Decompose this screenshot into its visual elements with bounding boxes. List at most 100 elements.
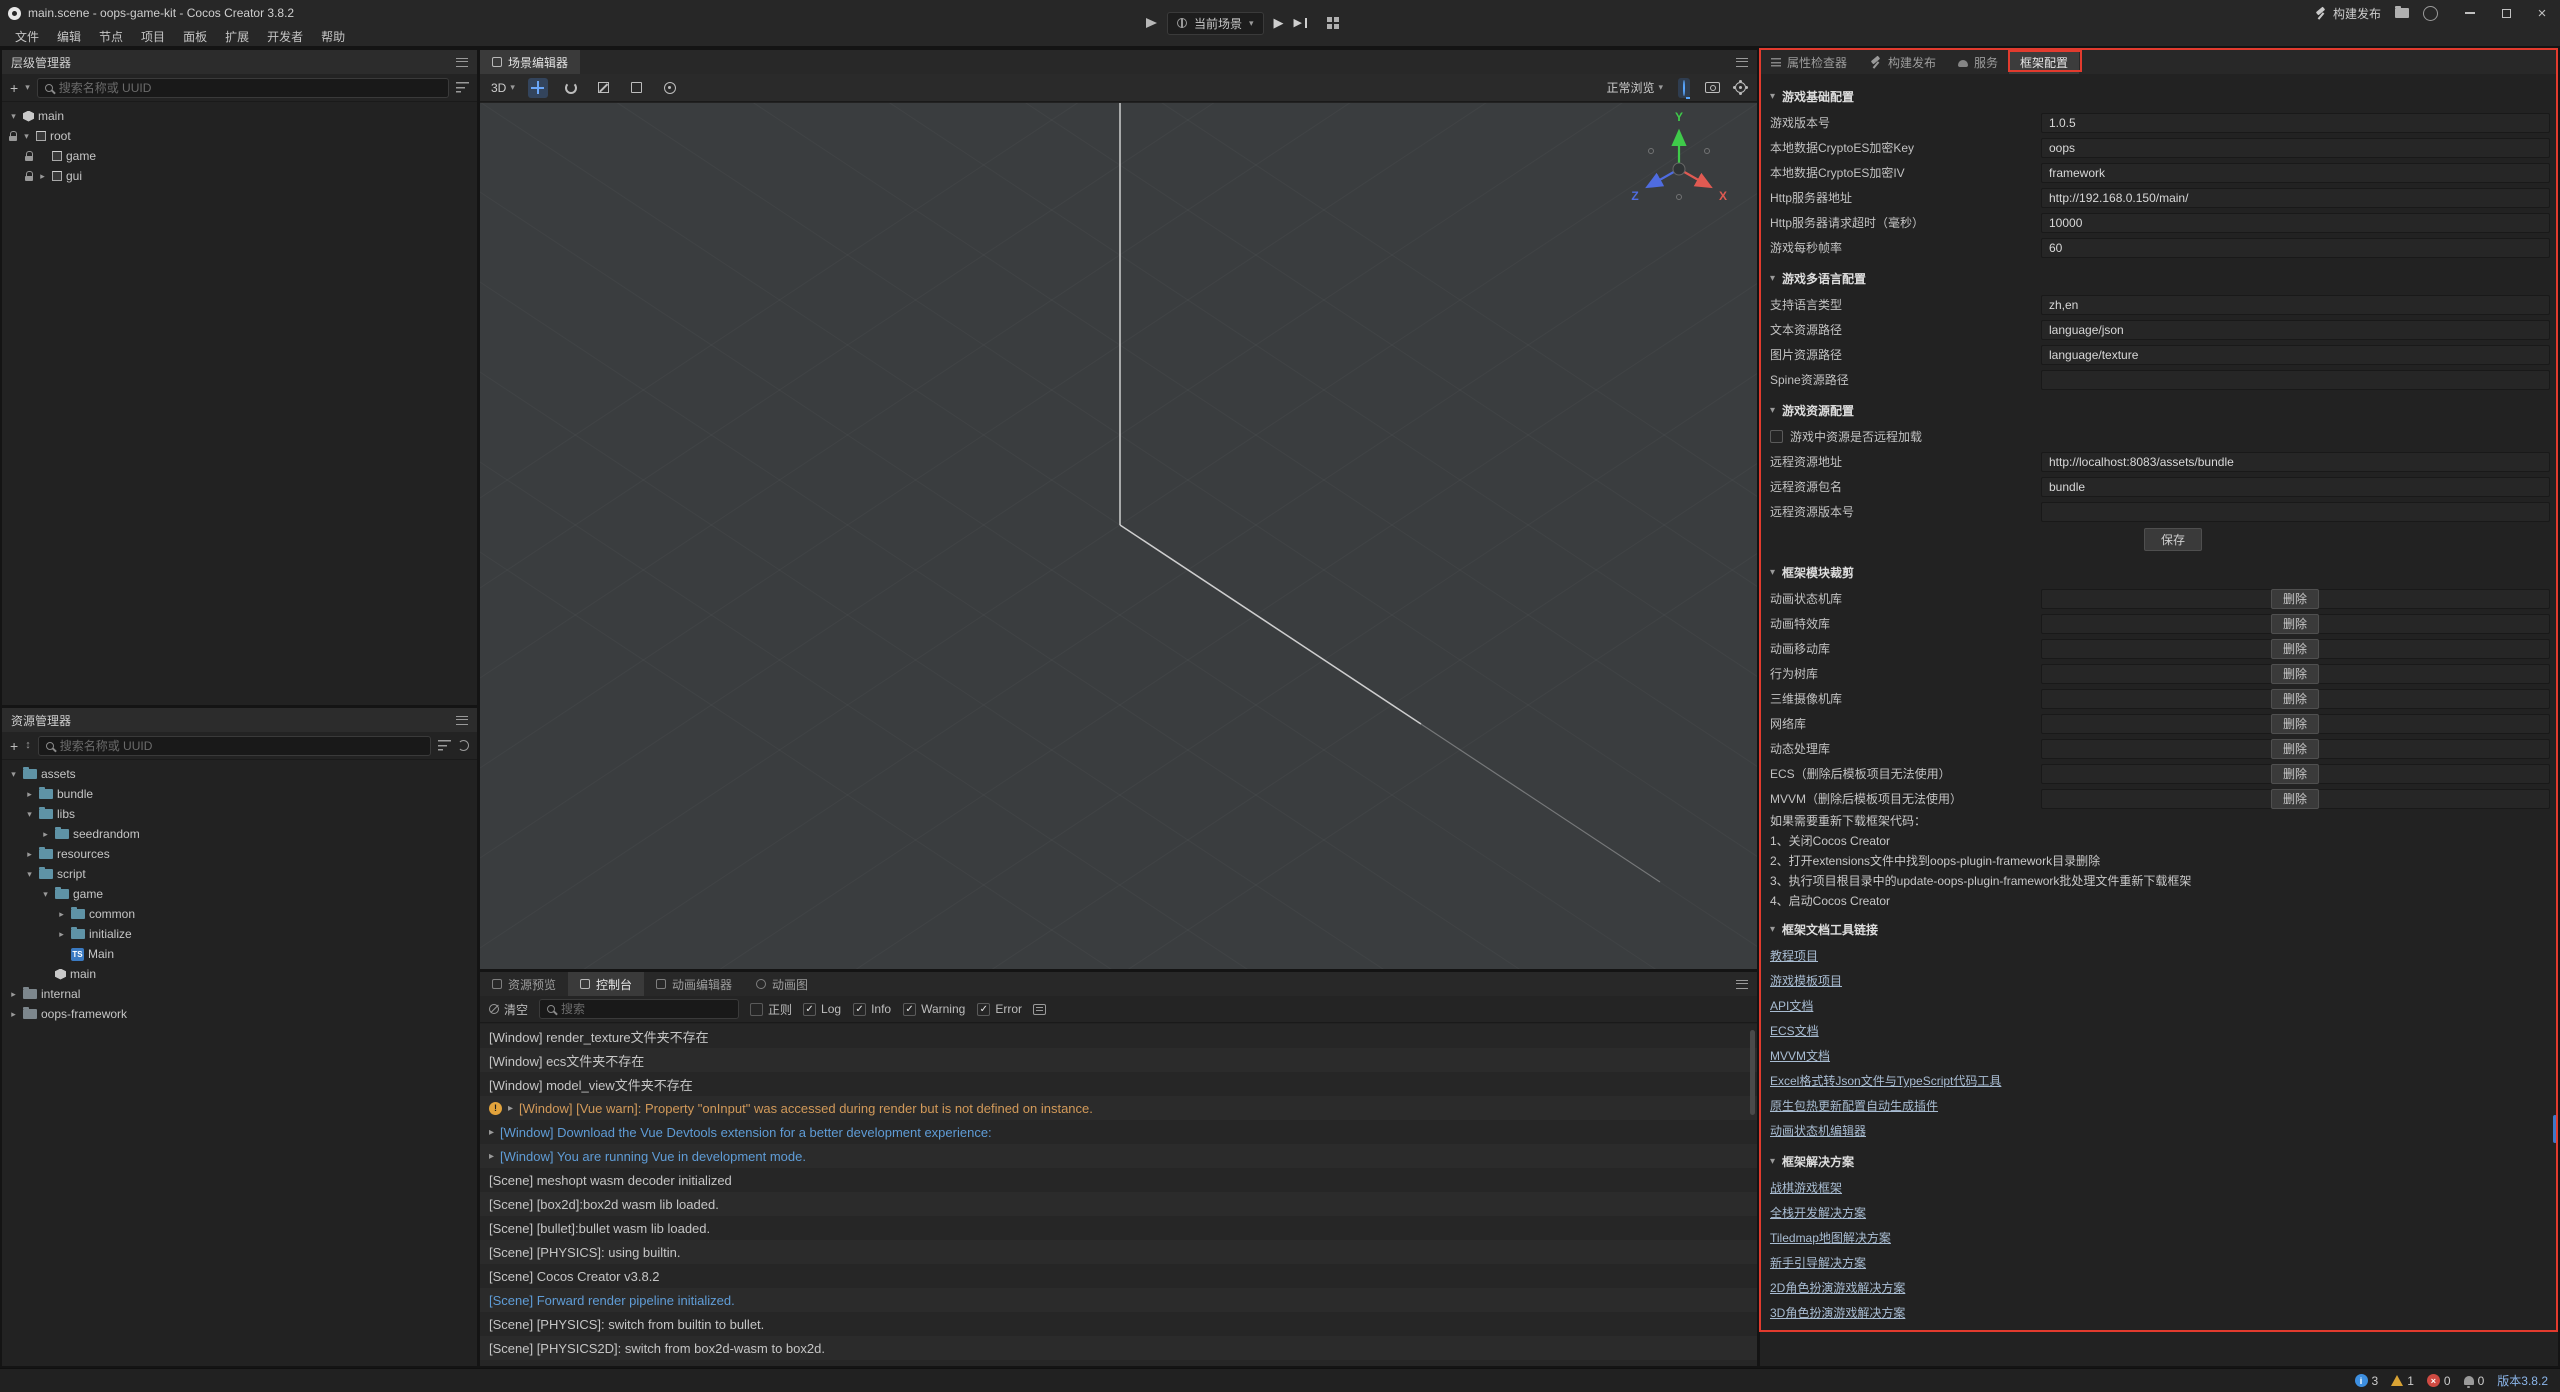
view-mode-select[interactable]: 正常浏览 ▾ — [1606, 79, 1663, 96]
axis-gizmo[interactable]: Y X Z — [1619, 105, 1739, 225]
solution-link[interactable]: 战棋游戏框架 — [1770, 1179, 1842, 1196]
refresh-icon[interactable] — [458, 740, 469, 751]
save-button[interactable]: 保存 — [2144, 528, 2202, 551]
regex-toggle[interactable]: 正则 — [750, 1001, 792, 1018]
section-header[interactable]: ▾ 框架解决方案 — [1760, 1147, 2558, 1175]
doc-link[interactable]: 动画状态机编辑器 — [1770, 1122, 1866, 1139]
camera-icon[interactable] — [1705, 82, 1720, 93]
preview-platform-icon[interactable] — [1146, 18, 1157, 28]
menu-item[interactable]: 帮助 — [312, 25, 354, 47]
scene-viewport[interactable]: Y X Z — [480, 103, 1757, 969]
notification-badge[interactable]: 0 — [2464, 1374, 2485, 1388]
tree-row[interactable]: assets — [2, 764, 477, 784]
expand-chevron-icon[interactable] — [508, 1103, 513, 1114]
tree-row[interactable]: internal — [2, 984, 477, 1004]
add-asset-button[interactable]: + — [10, 739, 18, 753]
tab-service[interactable]: 服务 — [1947, 50, 2009, 74]
tab-console[interactable]: 控制台 — [568, 972, 644, 996]
clear-console-button[interactable]: 清空 — [489, 1001, 528, 1018]
add-node-button[interactable]: + — [10, 81, 18, 95]
tree-arrow-icon[interactable] — [8, 111, 19, 122]
warning-count-badge[interactable]: 1 — [2391, 1374, 2414, 1388]
tree-row[interactable]: oops-framework — [2, 1004, 477, 1024]
menu-item[interactable]: 面板 — [174, 25, 216, 47]
doc-link[interactable]: 原生包热更新配置自动生成插件 — [1770, 1097, 1938, 1114]
property-input[interactable] — [2041, 138, 2550, 158]
property-input[interactable] — [2041, 238, 2550, 258]
log-row[interactable]: [Window] model_view文件夹不存在 — [480, 1072, 1757, 1096]
filter-icon[interactable] — [438, 740, 451, 751]
gear-icon[interactable] — [1735, 82, 1746, 93]
log-row[interactable]: [Scene] [PHYSICS2D]: switch from box2d-w… — [480, 1336, 1757, 1360]
tab-asset-preview[interactable]: 资源预览 — [480, 972, 568, 996]
tree-arrow-icon[interactable] — [24, 849, 35, 860]
inspector-scrollbar-thumb[interactable] — [2553, 1115, 2557, 1143]
tab-property-inspector[interactable]: 属性检查器 — [1760, 50, 1858, 74]
menu-item[interactable]: 开发者 — [258, 25, 312, 47]
property-input[interactable] — [2041, 452, 2550, 472]
property-input[interactable] — [2041, 213, 2550, 233]
menu-item[interactable]: 节点 — [90, 25, 132, 47]
tree-arrow-icon[interactable] — [8, 769, 19, 780]
tree-row[interactable]: root — [2, 126, 477, 146]
info-count-badge[interactable]: 3 — [2355, 1374, 2379, 1388]
solution-link[interactable]: 全栈开发解决方案 — [1770, 1204, 1866, 1221]
solution-link[interactable]: 3D角色扮演游戏解决方案 — [1770, 1304, 1905, 1321]
delete-module-button[interactable]: 删除 — [2271, 639, 2319, 659]
scale-tool-button[interactable] — [594, 78, 614, 98]
tree-arrow-icon[interactable] — [24, 869, 35, 880]
delete-module-button[interactable]: 删除 — [2271, 764, 2319, 784]
tree-arrow-icon[interactable] — [56, 909, 67, 920]
tree-arrow-icon[interactable] — [21, 131, 32, 142]
minimize-button[interactable] — [2452, 0, 2488, 26]
doc-link[interactable]: 游戏模板项目 — [1770, 972, 1842, 989]
log-filter[interactable]: Warning — [903, 1002, 965, 1016]
tree-arrow-icon[interactable] — [40, 889, 51, 900]
remote-load-checkbox[interactable] — [1770, 430, 1783, 443]
filter-checkbox[interactable] — [903, 1003, 916, 1016]
log-row[interactable]: [Window] You are running Vue in developm… — [480, 1144, 1757, 1168]
tree-row[interactable]: game — [2, 146, 477, 166]
section-header[interactable]: ▾ 框架文档工具链接 — [1760, 915, 2558, 943]
tree-arrow-icon[interactable] — [8, 1009, 19, 1020]
tree-row[interactable]: script — [2, 864, 477, 884]
rect-tool-button[interactable] — [627, 78, 647, 98]
tree-row[interactable]: main — [2, 106, 477, 126]
property-input[interactable] — [2041, 502, 2550, 522]
panel-menu-icon[interactable] — [456, 58, 468, 67]
delete-module-button[interactable]: 删除 — [2271, 589, 2319, 609]
regex-checkbox[interactable] — [750, 1003, 763, 1016]
play-button[interactable]: ▶ — [1274, 15, 1284, 31]
log-row[interactable]: [Scene] Forward render pipeline initiali… — [480, 1288, 1757, 1312]
hierarchy-search-input[interactable] — [59, 81, 441, 95]
property-input[interactable] — [2041, 320, 2550, 340]
log-row[interactable]: [Window] Download the Vue Devtools exten… — [480, 1120, 1757, 1144]
tree-row[interactable]: initialize — [2, 924, 477, 944]
panel-menu-icon[interactable] — [1736, 980, 1748, 989]
tree-row[interactable]: main — [2, 964, 477, 984]
tab-framework-config[interactable]: 框架配置 — [2009, 50, 2079, 74]
menu-item[interactable]: 文件 — [6, 25, 48, 47]
tab-animation-graph[interactable]: 动画图 — [744, 972, 820, 996]
tree-row[interactable]: seedrandom — [2, 824, 477, 844]
tree-arrow-icon[interactable] — [8, 989, 19, 1000]
tab-animation-editor[interactable]: 动画编辑器 — [644, 972, 744, 996]
doc-link[interactable]: 教程项目 — [1770, 947, 1818, 964]
tree-arrow-icon[interactable] — [24, 789, 35, 800]
property-input[interactable] — [2041, 295, 2550, 315]
help-icon[interactable] — [2423, 6, 2438, 21]
tab-scene-editor[interactable]: 场景编辑器 — [480, 50, 580, 74]
window-layout-icon[interactable] — [1327, 17, 1339, 29]
menu-item[interactable]: 编辑 — [48, 25, 90, 47]
doc-link[interactable]: Excel格式转Json文件与TypeScript代码工具 — [1770, 1072, 2001, 1089]
solution-link[interactable]: Tiledmap地图解决方案 — [1770, 1229, 1891, 1246]
tree-row[interactable]: gui — [2, 166, 477, 186]
log-row[interactable]: [Window] render_texture文件夹不存在 — [480, 1024, 1757, 1048]
dimension-toggle[interactable]: 3D ▾ — [491, 81, 515, 95]
solution-link[interactable]: 新手引导解决方案 — [1770, 1254, 1866, 1271]
delete-module-button[interactable]: 删除 — [2271, 714, 2319, 734]
tree-row[interactable]: libs — [2, 804, 477, 824]
step-button[interactable] — [1294, 17, 1307, 29]
pivot-tool-button[interactable] — [660, 78, 680, 98]
section-header[interactable]: ▾ 游戏基础配置 — [1760, 82, 2558, 110]
